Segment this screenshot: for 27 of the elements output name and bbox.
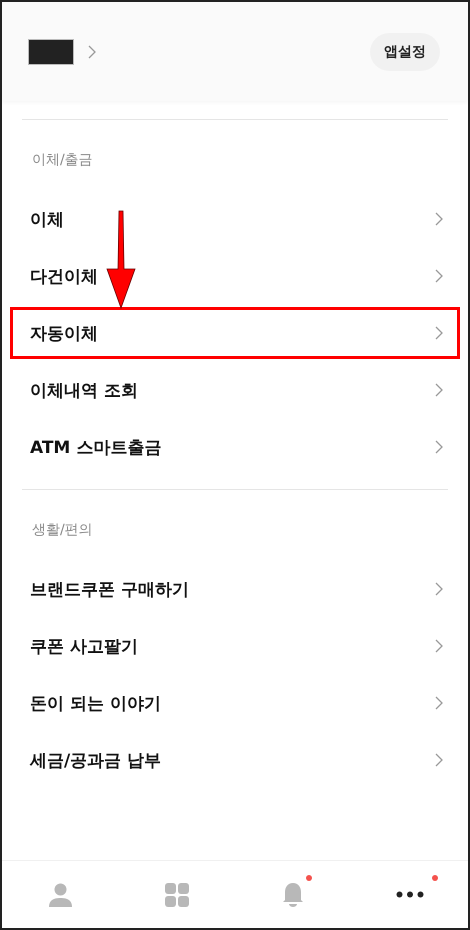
chevron-right-icon: [435, 269, 443, 283]
menu-item[interactable]: 쿠폰 사고팔기: [10, 620, 460, 672]
chevron-right-icon: [435, 326, 443, 340]
section-title: 이체/출금: [31, 151, 94, 170]
chevron-right-icon: [435, 383, 443, 397]
menu-item[interactable]: 이체: [10, 193, 460, 245]
more-icon: [396, 891, 424, 898]
chevron-right-icon: [435, 639, 443, 653]
menu-item[interactable]: 브랜드쿠폰 구매하기: [10, 563, 460, 615]
person-icon: [48, 882, 72, 906]
chevron-right-icon: [435, 753, 443, 767]
chevron-right-icon: [435, 582, 443, 596]
menu-item[interactable]: ATM 스마트출금: [10, 421, 460, 473]
chevron-right-icon: [88, 44, 96, 58]
section-title: 생활/편의: [31, 521, 94, 540]
menu-item[interactable]: 돈이 되는 이야기: [10, 677, 460, 729]
bell-icon: [283, 882, 304, 908]
grid-icon: [164, 882, 189, 906]
menu-item[interactable]: 다건이체: [10, 250, 460, 302]
chevron-right-icon: [435, 440, 443, 454]
menu-item[interactable]: 이체내역 조회: [10, 364, 460, 416]
menu-item[interactable]: 세금/공과금 납부: [10, 734, 460, 786]
app-settings-button[interactable]: 앱설정: [370, 32, 440, 70]
chevron-right-icon: [435, 696, 443, 710]
highlighted-menu-item[interactable]: 자동이체: [10, 307, 460, 359]
chevron-right-icon: [435, 212, 443, 226]
redacted-name: [28, 38, 74, 64]
